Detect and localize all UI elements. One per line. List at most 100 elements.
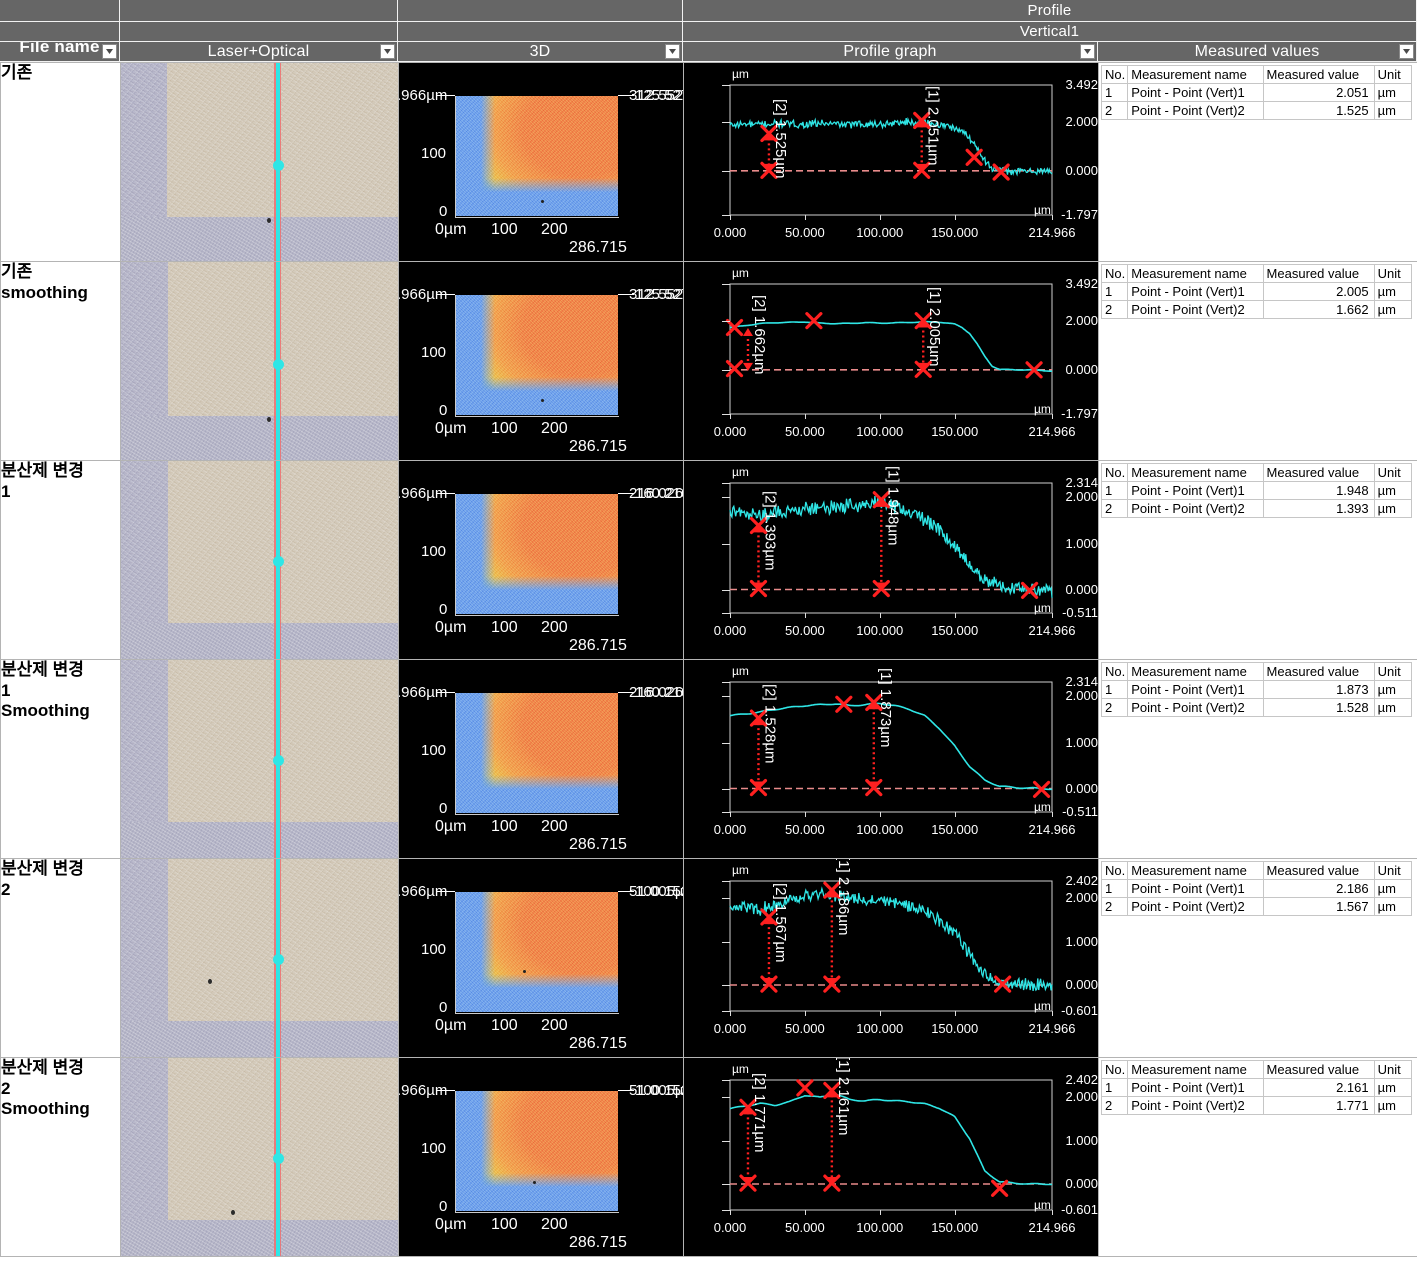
heightmap-x-tick-200: 200 — [541, 221, 568, 238]
cell-laser-optical[interactable] — [120, 62, 399, 262]
cell-profile-graph[interactable]: µm µm 2.314 2.000 1.000 0.000 -0.511 0.000 50… — [683, 659, 1099, 859]
cell-measured-values[interactable]: No. Measurement name Measured value Unit… — [1098, 261, 1417, 461]
profile-y-tick-label: 0.000 — [1065, 361, 1098, 377]
optical-scan-marker[interactable] — [273, 755, 284, 766]
cell-3d[interactable]: .966µm 51.005µm 100.152µm 100 0 0µm 100 … — [398, 1057, 684, 1257]
cell-measured-values[interactable]: No. Measurement name Measured value Unit… — [1098, 460, 1417, 660]
heightmap-y-axis — [455, 892, 456, 1014]
heightmap-3d-view[interactable]: .966µm 216.026µm 160.216µm 100 0 0µm 100… — [399, 461, 683, 659]
profile-x-tick-label: 0.000 — [713, 1021, 747, 1036]
profile-graph[interactable]: µm µm 3.492 2.000 0.000 -1.797 0.000 50.000 1… — [684, 262, 1098, 460]
profile-annotation-1: [1] 1.873µm — [876, 668, 894, 748]
cell-measured-values[interactable]: No. Measurement name Measured value Unit… — [1098, 62, 1417, 262]
measured-row: 1 Point - Point (Vert)1 2.051 µm — [1100, 83, 1413, 102]
optical-scan-marker[interactable] — [273, 1153, 284, 1164]
profile-x-tick — [730, 414, 731, 419]
filter-dropdown-icon-laser-optical[interactable] — [380, 44, 395, 59]
profile-y-tick — [722, 742, 730, 744]
heightmap-3d-view[interactable]: .966µm 51.005µm 100.152µm 100 0 0µm 100 … — [399, 859, 683, 1057]
cell-file-name[interactable]: 분산제 변경 1 — [0, 460, 121, 660]
laser-optical-image[interactable] — [121, 461, 398, 659]
filter-dropdown-icon-file-name[interactable] — [102, 44, 117, 59]
profile-annotation-2: [2] 1.567µm — [771, 883, 789, 963]
cell-laser-optical[interactable] — [120, 460, 399, 660]
cell-file-name[interactable]: 기존 — [0, 62, 121, 262]
profile-annotation-2: [2] 1.662µm — [751, 295, 768, 375]
cell-3d[interactable]: .966µm 51.005µm 100.152µm 100 0 0µm 100 … — [398, 858, 684, 1058]
optical-lower-band — [121, 822, 398, 858]
heightmap-x-tick-0: 0µm — [435, 619, 467, 636]
cell-profile-graph[interactable]: µm µm 3.492 2.000 0.000 -1.797 0.000 50.000 1… — [683, 261, 1099, 461]
optical-scan-marker[interactable] — [273, 556, 284, 567]
profile-y-tick-label: -0.511 — [1062, 804, 1098, 819]
profile-graph[interactable]: µm µm 2.402 2.000 1.000 0.000 -0.601 0.000 50… — [684, 859, 1098, 1057]
profile-x-tick — [804, 414, 806, 419]
measured-values-panel: No. Measurement name Measured value Unit… — [1099, 63, 1417, 261]
filter-dropdown-icon-profile-graph[interactable] — [1080, 44, 1095, 59]
laser-optical-image[interactable] — [121, 859, 398, 1057]
heightmap-y-axis — [455, 494, 456, 616]
optical-scan-marker[interactable] — [273, 160, 284, 171]
cell-3d[interactable]: .966µm 312.552µm 125.527µm 100 0 0µm 100… — [398, 62, 684, 262]
heightmap-x-tick-100: 100 — [491, 1216, 518, 1233]
laser-optical-image[interactable] — [121, 1058, 398, 1256]
profile-graph[interactable]: µm µm 3.492 2.000 0.000 -1.797 0.000 50.000 1… — [684, 63, 1098, 261]
profile-y-tick — [722, 941, 730, 943]
cell-laser-optical[interactable] — [120, 261, 399, 461]
filter-dropdown-icon-measured-values[interactable] — [1399, 44, 1414, 59]
laser-optical-image[interactable] — [121, 660, 398, 858]
cell-3d[interactable]: .966µm 312.552µm 125.527µm 100 0 0µm 100… — [398, 261, 684, 461]
heightmap-surface — [455, 96, 618, 216]
heightmap-noise — [455, 295, 618, 415]
cell-measured-values[interactable]: No. Measurement name Measured value Unit… — [1098, 1057, 1417, 1257]
heightmap-y-axis — [455, 1091, 456, 1213]
cell-laser-optical[interactable] — [120, 858, 399, 1058]
table-row: 기존smoothing .966µm 312.552µm 125.527µm 1… — [0, 261, 1417, 461]
cell-profile-graph[interactable]: µm µm 2.314 2.000 1.000 0.000 -0.511 0.000 50… — [683, 460, 1099, 660]
profile-y-tick-label: -1.797 — [1061, 406, 1098, 421]
heightmap-3d-view[interactable]: .966µm 312.552µm 125.527µm 100 0 0µm 100… — [399, 262, 683, 460]
cell-3d[interactable]: .966µm 216.026µm 160.216µm 100 0 0µm 100… — [398, 460, 684, 660]
filter-dropdown-icon-3d[interactable] — [665, 44, 680, 59]
measured-cell-no: 1 — [1100, 680, 1129, 699]
profile-x-tick-label: 150.000 — [931, 623, 979, 638]
profile-x-tick-label: 0.000 — [713, 822, 747, 837]
measured-col-name: Measurement name — [1127, 65, 1264, 84]
heightmap-3d-view[interactable]: .966µm 51.005µm 100.152µm 100 0 0µm 100 … — [399, 1058, 683, 1256]
profile-graph[interactable]: µm µm 2.402 2.000 1.000 0.000 -0.601 0.000 50… — [684, 1058, 1098, 1256]
profile-y-tick-label: 0.000 — [1065, 162, 1098, 178]
profile-x-tick — [954, 613, 956, 618]
cell-measured-values[interactable]: No. Measurement name Measured value Unit… — [1098, 858, 1417, 1058]
laser-optical-image[interactable] — [121, 63, 398, 261]
optical-lower-texture — [121, 822, 398, 858]
measured-values-table: No. Measurement name Measured value Unit… — [1100, 662, 1413, 717]
cell-file-name[interactable]: 기존 smoothing — [0, 261, 121, 461]
cell-profile-graph[interactable]: µm µm 2.402 2.000 1.000 0.000 -0.601 0.000 50… — [683, 858, 1099, 1058]
cell-file-name[interactable]: 분산제 변경 2 — [0, 858, 121, 1058]
measured-row: 1 Point - Point (Vert)1 1.948 µm — [1100, 481, 1413, 500]
measured-values-panel: No. Measurement name Measured value Unit… — [1099, 461, 1417, 659]
heightmap-noise — [455, 693, 618, 813]
cell-laser-optical[interactable] — [120, 1057, 399, 1257]
profile-x-tick-label: 100.000 — [856, 1220, 904, 1235]
profile-graph[interactable]: µm µm 2.314 2.000 1.000 0.000 -0.511 0.000 50… — [684, 461, 1098, 659]
heightmap-3d-view[interactable]: .966µm 216.026µm 160.216µm 100 0 0µm 100… — [399, 660, 683, 858]
optical-scan-marker[interactable] — [273, 954, 284, 965]
measured-cell-name: Point - Point (Vert)2 — [1127, 300, 1264, 319]
profile-graph[interactable]: µm µm 2.314 2.000 1.000 0.000 -0.511 0.000 50… — [684, 660, 1098, 858]
cell-3d[interactable]: .966µm 216.026µm 160.216µm 100 0 0µm 100… — [398, 659, 684, 859]
profile-y-tick — [722, 1210, 730, 1211]
heightmap-3d-view[interactable]: .966µm 312.552µm 125.527µm 100 0 0µm 100… — [399, 63, 683, 261]
measurement-table: 기존 .966µm 312.552µm 125.527µm 100 0 0µm … — [0, 62, 1417, 1257]
cell-laser-optical[interactable] — [120, 659, 399, 859]
cell-file-name[interactable]: 분산제 변경 1 Smoothing — [0, 659, 121, 859]
cell-profile-graph[interactable]: µm µm 3.492 2.000 0.000 -1.797 0.000 50.000 1… — [683, 62, 1099, 262]
laser-optical-image[interactable] — [121, 262, 398, 460]
measured-col-unit: Unit — [1373, 463, 1413, 482]
heightmap-x-tick-200: 200 — [541, 1017, 568, 1034]
optical-scan-marker[interactable] — [273, 359, 284, 370]
cell-profile-graph[interactable]: µm µm 2.402 2.000 1.000 0.000 -0.601 0.000 50… — [683, 1057, 1099, 1257]
cell-measured-values[interactable]: No. Measurement name Measured value Unit… — [1098, 659, 1417, 859]
cell-file-name[interactable]: 분산제 변경 2 Smoothing — [0, 1057, 121, 1257]
measured-cell-value: 1.528 — [1262, 698, 1375, 717]
